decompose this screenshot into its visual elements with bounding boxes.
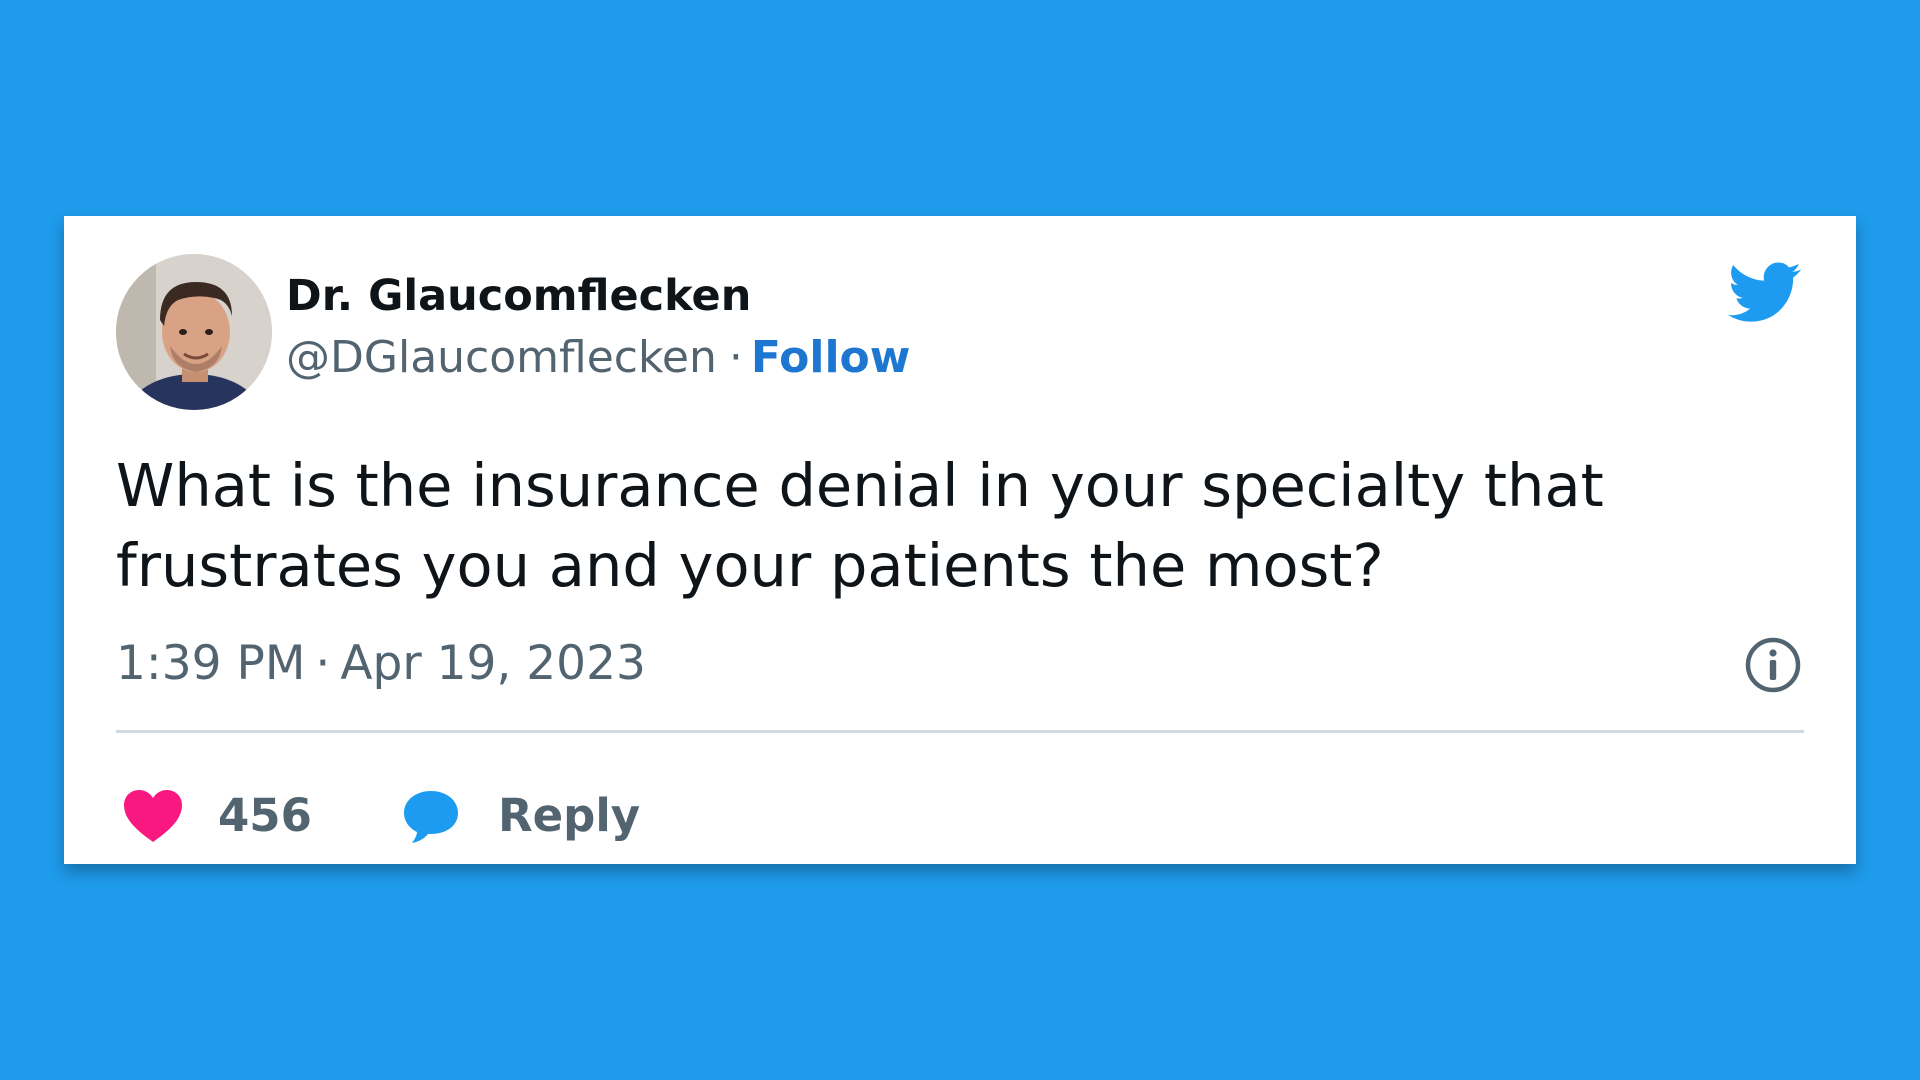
twitter-bird-icon[interactable]: [1728, 262, 1802, 324]
like-count: 456: [218, 789, 312, 842]
like-button[interactable]: 456: [122, 788, 312, 844]
author-display-name[interactable]: Dr. Glaucomflecken: [286, 268, 910, 324]
author-handle[interactable]: @DGlaucomflecken: [286, 332, 717, 383]
info-icon[interactable]: [1744, 636, 1802, 694]
reply-button[interactable]: Reply: [400, 788, 640, 844]
meta-separator: ·: [315, 636, 331, 691]
reply-label: Reply: [497, 789, 641, 842]
tweet-actions: 456 Reply: [122, 768, 640, 864]
tweet-text: What is the insurance denial in your spe…: [116, 451, 1604, 600]
page-background: Dr. Glaucomflecken @DGlaucomflecken · Foll…: [0, 0, 1920, 1080]
handle-separator: ·: [728, 332, 743, 383]
divider: [116, 730, 1804, 733]
reply-bubble-icon: [403, 791, 458, 843]
avatar[interactable]: [116, 254, 272, 410]
tweet-time: 1:39 PM: [116, 636, 306, 691]
author-block: Dr. Glaucomflecken @DGlaucomflecken · Foll…: [286, 268, 910, 386]
author-handle-row: @DGlaucomflecken · Follow: [286, 330, 910, 386]
avatar-photo: [116, 254, 272, 410]
follow-button[interactable]: Follow: [751, 332, 911, 383]
tweet-timestamp[interactable]: 1:39 PM · Apr 19, 2023: [116, 634, 646, 694]
heart-icon: [124, 790, 182, 842]
tweet-card: Dr. Glaucomflecken @DGlaucomflecken · Foll…: [64, 216, 1856, 864]
tweet-date: Apr 19, 2023: [340, 636, 646, 691]
